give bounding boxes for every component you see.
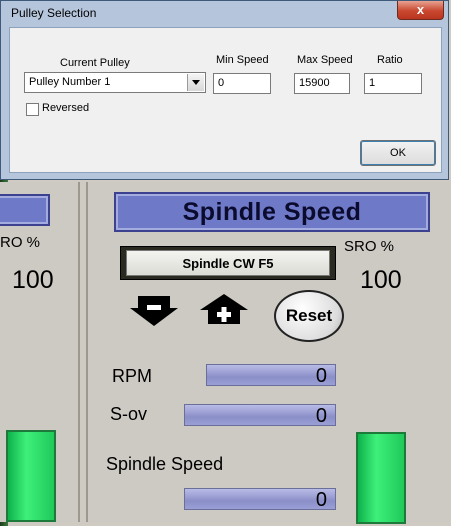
spindle-button-frame: Spindle CW F5 xyxy=(120,246,336,280)
spindle-decrease-button[interactable] xyxy=(130,294,178,326)
sov-dro: 0 xyxy=(184,404,336,427)
rpm-dro: 0 xyxy=(206,364,336,387)
max-speed-label: Max Speed xyxy=(297,54,353,66)
spindle-speed-banner: Spindle Speed xyxy=(114,192,430,232)
min-speed-label: Min Speed xyxy=(216,54,269,66)
spindle-speed-dro: 0 xyxy=(184,488,336,511)
close-button[interactable]: x xyxy=(397,1,444,20)
dropdown-button[interactable] xyxy=(187,74,204,91)
sro-label: SRO % xyxy=(344,238,395,255)
left-sro-value: 100 xyxy=(12,266,54,294)
current-pulley-value: Pulley Number 1 xyxy=(29,76,111,88)
max-speed-input[interactable]: 15900 xyxy=(294,73,350,94)
spindle-panel: Spindle Speed Spindle CW F5 SRO % 100 Re… xyxy=(86,182,451,524)
min-speed-input[interactable]: 0 xyxy=(213,73,271,94)
left-banner xyxy=(0,194,50,226)
sro-value: 100 xyxy=(360,266,402,294)
left-panel: RO % 100 xyxy=(0,182,80,522)
reversed-label: Reversed xyxy=(42,102,90,114)
reversed-checkbox[interactable] xyxy=(26,103,39,116)
rpm-label: RPM xyxy=(112,366,152,386)
arrow-up-plus-icon xyxy=(200,294,248,324)
dialog-title-bar[interactable]: Pulley Selection x xyxy=(1,1,448,25)
close-icon: x xyxy=(416,2,425,17)
ratio-label: Ratio xyxy=(377,54,403,66)
spindle-cw-button[interactable]: Spindle CW F5 xyxy=(126,250,330,276)
dialog-client-area: Current Pulley Min Speed Max Speed Ratio… xyxy=(9,27,442,173)
ok-button[interactable]: OK xyxy=(360,140,436,166)
arrow-down-minus-icon xyxy=(130,296,178,326)
spindle-speed-label: Spindle Speed xyxy=(106,454,224,474)
current-pulley-select[interactable]: Pulley Number 1 xyxy=(24,72,206,93)
spindle-increase-button[interactable] xyxy=(200,294,248,326)
pulley-selection-dialog: Pulley Selection x Current Pulley Min Sp… xyxy=(0,0,449,180)
ratio-input[interactable]: 1 xyxy=(364,73,422,94)
reset-button[interactable]: Reset xyxy=(274,290,344,342)
left-sro-label: RO % xyxy=(0,234,41,251)
dialog-title: Pulley Selection xyxy=(11,6,97,20)
chevron-down-icon xyxy=(192,80,200,85)
current-pulley-label: Current Pulley xyxy=(60,57,130,69)
sov-label: S-ov xyxy=(110,404,148,424)
left-indicator-bar xyxy=(6,430,56,522)
spindle-indicator-bar xyxy=(356,432,406,524)
